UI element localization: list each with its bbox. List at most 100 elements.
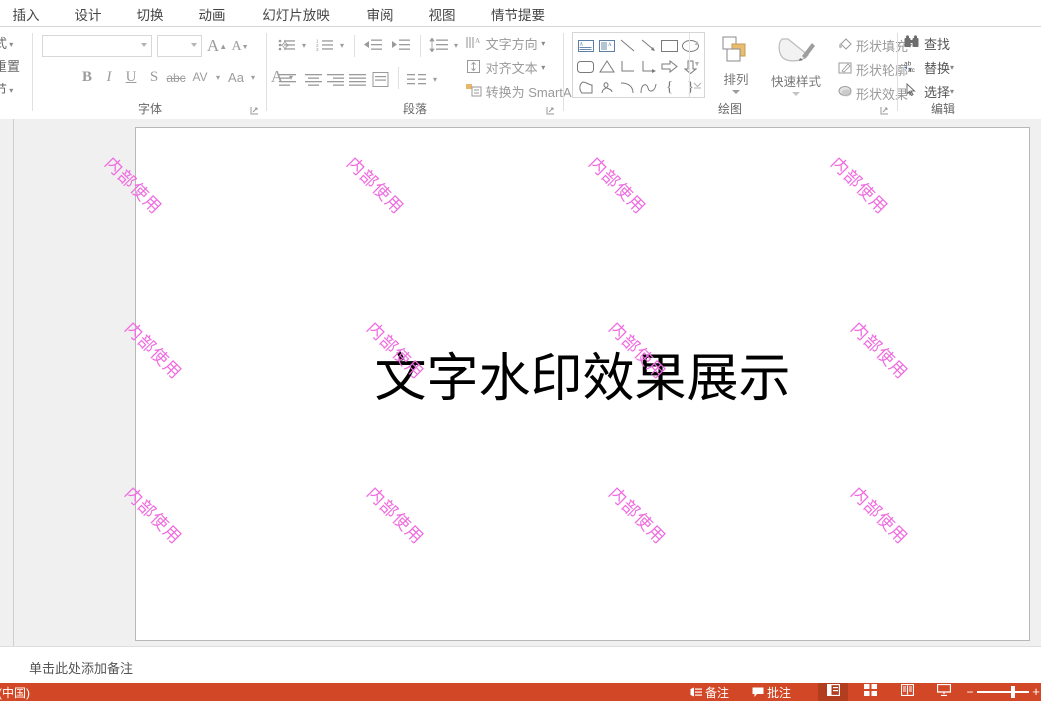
elbow-connector-shape[interactable] xyxy=(617,56,638,77)
bullets-button[interactable] xyxy=(276,35,298,55)
quick-styles-button[interactable]: 快速样式 xyxy=(764,35,828,96)
triangle-shape[interactable] xyxy=(596,56,617,77)
rounded-rectangle-shape[interactable] xyxy=(575,56,596,77)
bold-button[interactable]: B xyxy=(78,67,96,87)
scribble-shape[interactable] xyxy=(596,77,617,98)
numbering-caret[interactable]: ▾ xyxy=(337,37,347,53)
tab-slideshow[interactable]: 幻灯片放映 xyxy=(248,0,344,27)
elbow-arrow-connector-shape[interactable] xyxy=(638,56,659,77)
text-box-shape[interactable]: A xyxy=(575,35,596,56)
change-case-caret[interactable]: ▾ xyxy=(248,69,258,85)
grow-font-button[interactable]: A ▲ xyxy=(207,35,227,57)
section-button[interactable]: 节 ▾ xyxy=(0,79,13,98)
view-reading[interactable] xyxy=(892,683,922,701)
tab-insert[interactable]: 插入 xyxy=(0,0,52,27)
align-left-button[interactable] xyxy=(276,69,298,89)
arc-shape[interactable] xyxy=(617,77,638,98)
underline-button[interactable]: U xyxy=(122,67,140,87)
slide-canvas[interactable]: 文字水印效果展示 xyxy=(135,127,1030,641)
freeform-shape[interactable] xyxy=(575,77,596,98)
increase-indent-button[interactable] xyxy=(389,35,413,55)
tab-design[interactable]: 设计 xyxy=(62,0,114,27)
arrow-shape[interactable] xyxy=(638,35,659,56)
zoom-in-button[interactable]: + xyxy=(1031,685,1041,698)
tab-storyboard[interactable]: 情节提要 xyxy=(478,0,558,27)
columns-caret[interactable]: ▾ xyxy=(430,71,440,87)
align-right-button[interactable] xyxy=(324,69,346,89)
text-direction-label: 文字方向 xyxy=(485,37,538,52)
character-spacing-caret[interactable]: ▾ xyxy=(213,69,223,85)
line-shape[interactable] xyxy=(617,35,638,56)
svg-text:A: A xyxy=(579,42,583,47)
find-label: 查找 xyxy=(924,37,951,52)
arrange-button[interactable]: 排列 xyxy=(714,35,758,94)
font-dialog-launcher[interactable] xyxy=(250,106,260,116)
comments-toggle-button[interactable]: 批注 xyxy=(752,683,791,701)
view-slideshow[interactable] xyxy=(929,683,959,701)
vertical-text-box-shape[interactable]: A xyxy=(596,35,617,56)
shapes-gallery[interactable]: A A {} ▲ ▼ xyxy=(572,32,705,98)
notes-pane[interactable]: 单击此处添加备注 xyxy=(0,646,1041,683)
ribbon-group-editing: 查找 ab ac 替换 ▾ 选择 ▾ 编辑 xyxy=(900,27,986,119)
tab-transitions[interactable]: 切换 xyxy=(124,0,176,27)
zoom-slider[interactable]: − + xyxy=(965,683,1041,701)
paragraph-dialog-launcher[interactable] xyxy=(546,106,556,116)
view-slide-sorter[interactable] xyxy=(855,683,885,701)
notes-icon xyxy=(690,687,702,698)
tab-review[interactable]: 审阅 xyxy=(354,0,406,27)
left-brace-shape[interactable]: { xyxy=(659,77,680,98)
shape-outline-icon xyxy=(838,61,853,78)
italic-button[interactable]: I xyxy=(100,67,118,87)
select-button[interactable]: 选择 ▾ xyxy=(904,82,954,101)
font-size-combo[interactable] xyxy=(157,35,202,57)
change-case-button[interactable]: Aa xyxy=(224,67,248,87)
line-spacing-caret[interactable]: ▾ xyxy=(451,37,461,53)
tab-view[interactable]: 视图 xyxy=(416,0,468,27)
drawing-dialog-launcher[interactable] xyxy=(880,106,890,116)
replace-icon: ab ac xyxy=(904,59,920,76)
reset-button[interactable]: 重置 xyxy=(0,56,20,75)
language-status[interactable]: 文(中国) xyxy=(0,683,30,701)
layout-button[interactable]: 式 ▾ xyxy=(0,33,13,52)
zoom-thumb[interactable] xyxy=(1011,686,1015,698)
replace-button[interactable]: ab ac 替换 ▾ xyxy=(904,58,954,77)
ribbon-group-paragraph: ▾ 123 ▾ ▾ ▾ A 文字方向 ▾ 对齐文本 ▾ 转换为 SmartArt… xyxy=(270,27,587,119)
notes-placeholder[interactable]: 单击此处添加备注 xyxy=(29,658,133,677)
section-label: 节 xyxy=(0,82,8,97)
font-name-combo[interactable] xyxy=(42,35,152,57)
group-divider xyxy=(563,33,564,111)
tab-animations[interactable]: 动画 xyxy=(186,0,238,27)
right-arrow-shape[interactable] xyxy=(659,56,680,77)
numbering-button[interactable]: 123 xyxy=(314,35,336,55)
text-direction-button[interactable]: A 文字方向 ▾ xyxy=(466,34,545,53)
editing-group-label: 编辑 xyxy=(930,102,955,116)
rectangle-shape[interactable] xyxy=(659,35,680,56)
align-text-button[interactable]: 对齐文本 ▾ xyxy=(466,58,545,77)
shapes-gallery-scrollbar[interactable]: ▲ ▼ xyxy=(689,33,704,97)
justify-button[interactable] xyxy=(346,69,368,89)
align-center-button[interactable] xyxy=(302,69,324,89)
zoom-out-button[interactable]: − xyxy=(965,686,975,698)
gallery-scroll-down-button[interactable]: ▼ xyxy=(690,54,704,75)
slide-title-placeholder[interactable]: 文字水印效果展示 xyxy=(136,336,1029,411)
gallery-more-button[interactable] xyxy=(690,75,704,96)
chevron-down-icon: ▾ xyxy=(541,39,546,48)
zoom-track[interactable] xyxy=(977,691,1029,693)
strikethrough-button[interactable]: abc xyxy=(165,68,187,88)
chevron-down-icon: ▾ xyxy=(7,86,14,96)
shrink-font-button[interactable]: A ▼ xyxy=(230,36,250,58)
curve-shape[interactable] xyxy=(638,77,659,98)
text-shadow-button[interactable]: S xyxy=(145,67,163,87)
gallery-scroll-up-button[interactable]: ▲ xyxy=(690,33,704,54)
columns-button[interactable] xyxy=(405,69,429,89)
view-normal[interactable] xyxy=(818,683,848,701)
slide-thumbnail-pane[interactable] xyxy=(0,119,14,646)
character-spacing-button[interactable]: AV xyxy=(188,67,212,87)
distribute-columns-button[interactable] xyxy=(369,69,391,89)
bullets-caret[interactable]: ▾ xyxy=(299,37,309,53)
decrease-indent-button[interactable] xyxy=(361,35,385,55)
find-button[interactable]: 查找 xyxy=(904,34,950,53)
notes-toggle-button[interactable]: 备注 xyxy=(690,683,729,701)
line-spacing-button[interactable] xyxy=(427,35,451,55)
powerpoint-window: 插入 设计 切换 动画 幻灯片放映 审阅 视图 情节提要 式 ▾ 重置 节 ▾ xyxy=(0,0,1041,701)
